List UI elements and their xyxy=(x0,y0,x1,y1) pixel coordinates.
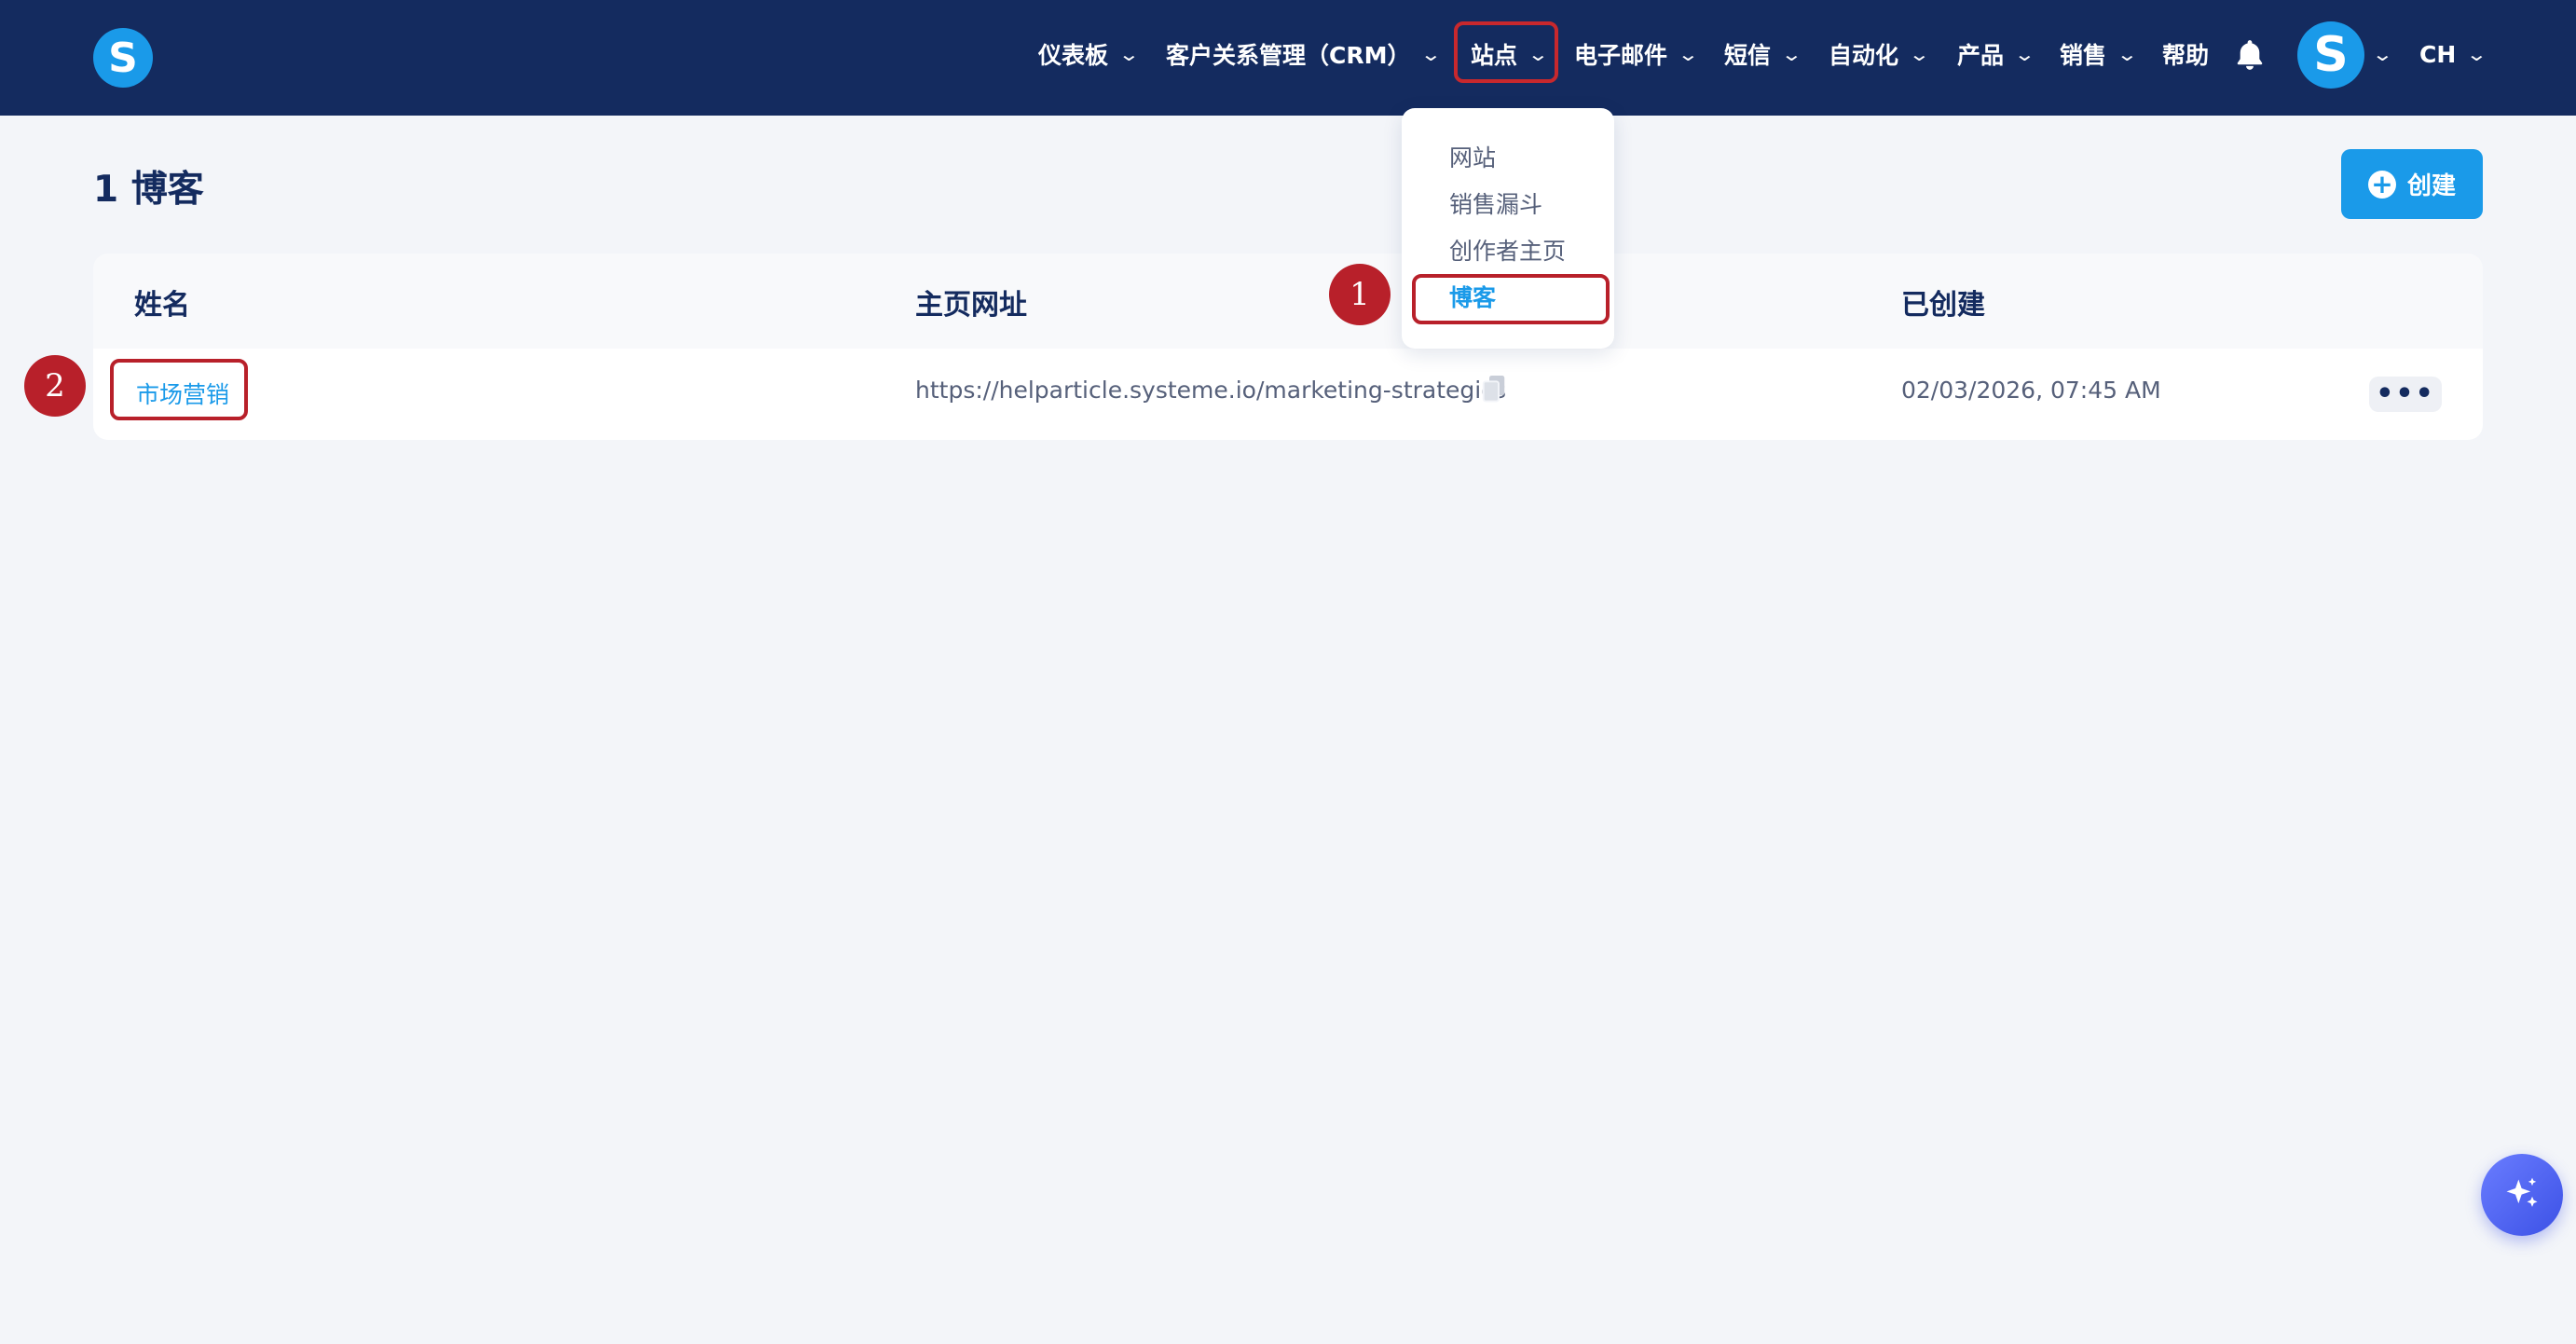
blog-url: https://helparticle.systeme.io/marketing… xyxy=(915,377,1506,404)
row-more-button[interactable]: ••• xyxy=(2369,377,2442,412)
nav-item-label: 客户关系管理（CRM） xyxy=(1166,42,1411,69)
systeme-logo[interactable]: S xyxy=(93,28,153,88)
bell-icon[interactable] xyxy=(2232,37,2268,73)
chevron-down-icon: ⌄ xyxy=(2465,43,2488,65)
nav-item-label: 产品 xyxy=(1957,42,2005,69)
step-badge-1: 1 xyxy=(1329,264,1391,325)
dropdown-item-creator-page[interactable]: 创作者主页 xyxy=(1449,233,1566,267)
user-avatar[interactable]: S xyxy=(2297,21,2364,89)
sparkle-icon xyxy=(2506,1177,2538,1207)
copy-icon[interactable] xyxy=(1482,376,1506,404)
dropdown-item-websites[interactable]: 网站 xyxy=(1449,140,1496,173)
column-header-name[interactable]: 姓名 xyxy=(134,281,190,322)
nav-item-automation[interactable]: 自动化 ⌄ xyxy=(1829,0,1931,108)
nav-item-products[interactable]: 产品 ⌄ xyxy=(1957,0,2036,108)
ai-assistant-button[interactable] xyxy=(2481,1154,2563,1236)
created-date: 02/03/2026, 07:45 AM xyxy=(1901,377,2161,404)
nav-item-label: 销售 xyxy=(2060,42,2107,69)
chevron-down-icon: ⌄ xyxy=(1908,43,1931,65)
nav-item-label: 自动化 xyxy=(1829,42,1899,69)
language-label: CH xyxy=(2419,40,2457,68)
nav-item-crm[interactable]: 客户关系管理（CRM） ⌄ xyxy=(1166,0,1443,108)
nav-item-sms[interactable]: 短信 ⌄ xyxy=(1724,0,1803,108)
column-header-url[interactable]: 主页网址 xyxy=(915,281,1027,322)
nav-item-label: 电子邮件 xyxy=(1574,42,1668,69)
chevron-down-icon: ⌄ xyxy=(1420,43,1443,65)
top-navigation-bar: S 仪表板 ⌄ 客户关系管理（CRM） ⌄ 站点 ⌄ 电子邮件 ⌄ 短信 ⌄ 自动化 ⌄ 产… xyxy=(0,0,2576,116)
nav-item-label: 仪表板 xyxy=(1038,42,1109,69)
chevron-down-icon: ⌄ xyxy=(2013,43,2036,65)
language-selector[interactable]: CH ⌄ xyxy=(2419,0,2488,108)
create-button[interactable]: + 创建 xyxy=(2341,149,2483,219)
nav-item-email[interactable]: 电子邮件 ⌄ xyxy=(1574,0,1700,108)
chevron-down-icon: ⌄ xyxy=(2371,43,2394,65)
nav-item-help[interactable]: 帮助 xyxy=(2162,0,2209,108)
nav-item-label: 帮助 xyxy=(2162,42,2210,69)
column-header-created[interactable]: 已创建 xyxy=(1901,281,1985,322)
more-icon: ••• xyxy=(2376,377,2435,410)
create-button-label: 创建 xyxy=(2406,172,2456,200)
avatar-menu-toggle[interactable]: ⌄ xyxy=(2371,0,2394,108)
nav-item-dashboard[interactable]: 仪表板 ⌄ xyxy=(1038,0,1141,108)
chevron-down-icon: ⌄ xyxy=(1117,43,1141,65)
step-badge-2: 2 xyxy=(24,355,86,417)
plus-circle-icon: + xyxy=(2367,170,2396,199)
page-title: 1 博客 xyxy=(93,169,204,211)
blogs-highlight-frame xyxy=(1412,274,1610,324)
nav-item-label: 短信 xyxy=(1724,42,1772,69)
sites-highlight-frame xyxy=(1454,21,1558,83)
name-highlight-frame xyxy=(110,359,248,420)
dropdown-item-funnels[interactable]: 销售漏斗 xyxy=(1449,186,1542,220)
table-header: 姓名 主页网址 已创建 xyxy=(93,254,2483,349)
chevron-down-icon: ⌄ xyxy=(1780,43,1803,65)
table-row: 市场营销 https://helparticle.systeme.io/mark… xyxy=(93,349,2483,440)
nav-item-sales[interactable]: 销售 ⌄ xyxy=(2060,0,2139,108)
chevron-down-icon: ⌄ xyxy=(1677,43,1700,65)
chevron-down-icon: ⌄ xyxy=(2116,43,2139,65)
